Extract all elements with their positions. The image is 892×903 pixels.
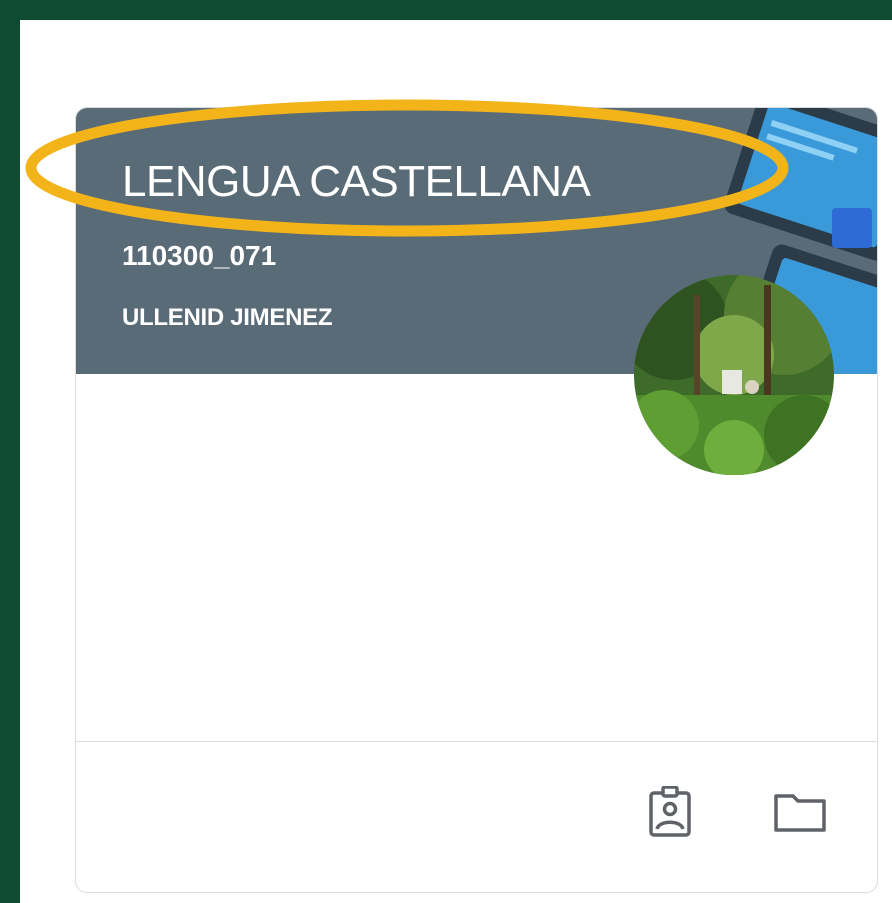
teacher-avatar — [634, 275, 834, 475]
folder-icon[interactable] — [772, 784, 828, 840]
teacher-name[interactable]: ULLENID JIMENEZ — [122, 304, 332, 332]
class-section-text: 110300_071 — [122, 240, 277, 270]
assignment-ind-icon[interactable] — [642, 784, 698, 840]
card-footer-divider — [76, 741, 877, 742]
class-card[interactable]: LENGUA CASTELLANA 110300_071 ULLENID JIM… — [75, 107, 878, 893]
page-background: LENGUA CASTELLANA 110300_071 ULLENID JIM… — [20, 20, 892, 903]
class-section: 110300_071 — [122, 238, 362, 270]
class-title[interactable]: LENGUA CASTELLANA — [122, 160, 591, 204]
